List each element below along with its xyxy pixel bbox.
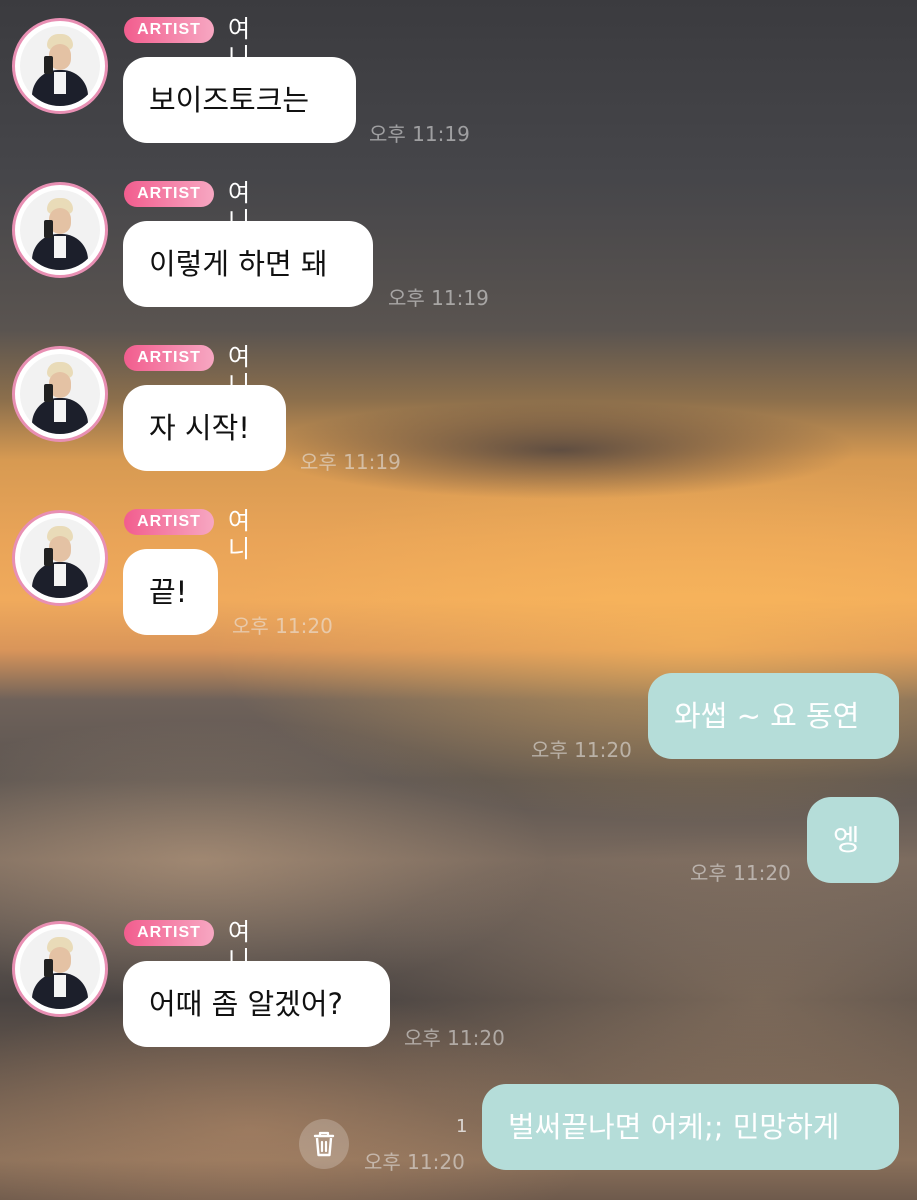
profile-photo [20, 518, 100, 598]
avatar[interactable] [12, 182, 108, 278]
message-bubble[interactable]: 벌써끝나면 어케;; 민망하게 [482, 1084, 899, 1170]
profile-photo [20, 929, 100, 1009]
profile-photo [20, 190, 100, 270]
profile-photo [20, 354, 100, 434]
message-time: 오후 11:20 [404, 1026, 505, 1050]
avatar[interactable] [12, 18, 108, 114]
message-bubble[interactable]: 이렇게 하면 돼 [123, 221, 373, 307]
sender-name: 여니 [228, 507, 251, 563]
message-bubble[interactable]: 자 시작! [123, 385, 286, 471]
message-bubble[interactable]: 엥 [807, 797, 899, 883]
message-bubble[interactable]: 보이즈토크는 [123, 57, 356, 143]
artist-badge: ARTIST [124, 920, 214, 946]
message-time: 오후 11:19 [300, 450, 401, 474]
profile-photo [20, 26, 100, 106]
artist-badge: ARTIST [124, 509, 214, 535]
message-time: 오후 11:20 [531, 738, 632, 762]
message-time: 오후 11:20 [690, 861, 791, 885]
message-bubble[interactable]: 끝! [123, 549, 218, 635]
unread-count: 1 [456, 1116, 468, 1137]
artist-badge: ARTIST [124, 181, 214, 207]
message-time: 오후 11:20 [232, 614, 333, 638]
trash-icon [313, 1131, 335, 1157]
artist-badge: ARTIST [124, 345, 214, 371]
message-bubble[interactable]: 어때 좀 알겠어? [123, 961, 390, 1047]
avatar[interactable] [12, 346, 108, 442]
avatar[interactable] [12, 921, 108, 1017]
message-time: 오후 11:20 [364, 1150, 465, 1174]
message-time: 오후 11:19 [388, 286, 489, 310]
message-bubble[interactable]: 와썹 ~ 요 동연 [648, 673, 899, 759]
message-time: 오후 11:19 [369, 122, 470, 146]
artist-badge: ARTIST [124, 17, 214, 43]
avatar[interactable] [12, 510, 108, 606]
delete-button[interactable] [299, 1119, 349, 1169]
